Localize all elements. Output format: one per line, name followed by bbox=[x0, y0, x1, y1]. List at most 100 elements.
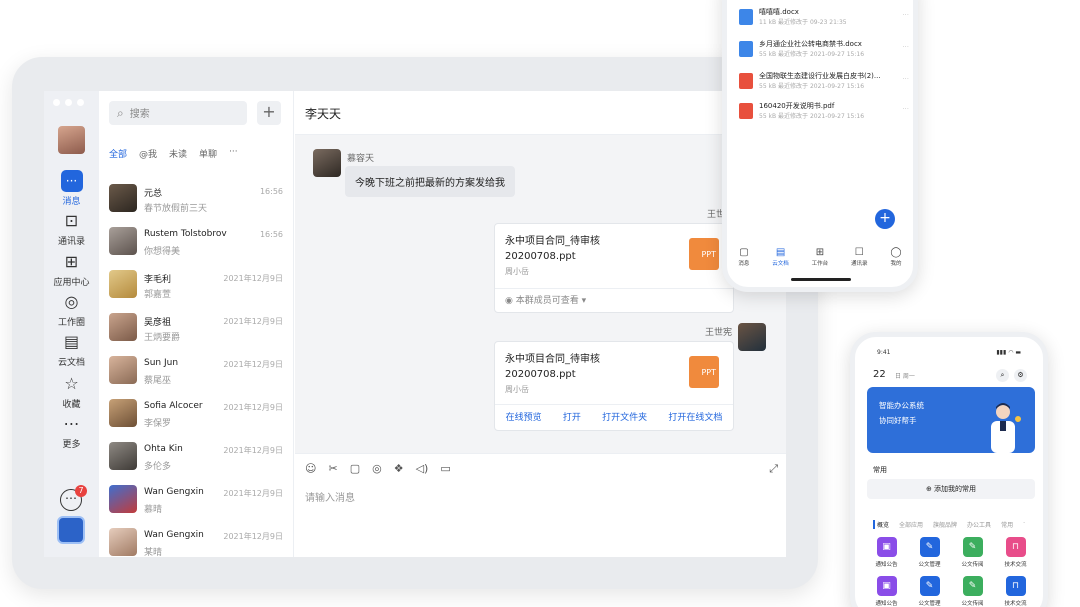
app-documents[interactable]: ✎ 公文管理 bbox=[908, 576, 951, 607]
filter-unread[interactable]: 未读 bbox=[169, 147, 187, 160]
conversation-item[interactable]: Wan Gengxin 某晴 2021年12月9日 bbox=[109, 524, 287, 557]
more-icon[interactable]: ··· bbox=[902, 105, 909, 113]
tab-all-apps[interactable]: 全部应用 bbox=[899, 520, 923, 529]
expand-icon[interactable]: ⤢ bbox=[769, 462, 778, 476]
message-icon: ··· bbox=[60, 170, 83, 192]
conversation-filters: 全部 @我 未读 单聊 ··· bbox=[109, 147, 238, 160]
open-online-doc-button[interactable]: 打开在线文档 bbox=[668, 405, 722, 430]
open-folder-button[interactable]: 打开文件夹 bbox=[602, 405, 647, 430]
chat-title: 李天天 bbox=[305, 107, 342, 121]
nav-item-cloud-docs[interactable]: ▤ 云文档 bbox=[44, 331, 99, 368]
open-button[interactable]: 打开 bbox=[563, 405, 581, 430]
nav-item-more[interactable]: ⋯ 更多 bbox=[44, 413, 99, 450]
search-icon[interactable]: ⌕ bbox=[996, 369, 1009, 382]
nav-rail: ··· 消息 ⊡ 通讯录 ⊞ 应用中心 ◎ 工作圈 ▤ 云文档 ☆ 收藏 ⋯ 更… bbox=[44, 91, 99, 557]
app-documents[interactable]: ✎ 公文管理 bbox=[908, 537, 951, 568]
nav-item-messages[interactable]: ··· 消息 bbox=[44, 170, 99, 207]
notice-icon: ▣ bbox=[876, 537, 897, 557]
more-icon[interactable]: ··· bbox=[902, 75, 909, 83]
document-icon: ✎ bbox=[919, 576, 940, 596]
more-icon[interactable]: ··· bbox=[902, 11, 909, 19]
sender-avatar[interactable] bbox=[313, 149, 341, 177]
app-notice[interactable]: ▣ 通知公告 bbox=[865, 537, 908, 568]
preview-online-button[interactable]: 在线预览 bbox=[506, 405, 542, 430]
apps-icon: ⊞ bbox=[815, 247, 825, 258]
app-circulation[interactable]: ✎ 公文传阅 bbox=[951, 576, 994, 607]
composer-toolbar: ☺ ✂ ▢ ◎ ❖ ◁) ▭ bbox=[305, 462, 451, 475]
doc-item[interactable]: 全国物联生态建设行业发展白皮书(2)... 55 kB 最近修改于 2021-0… bbox=[739, 71, 909, 91]
conversation-item[interactable]: Ohta Kin 多伦多 2021年12月9日 bbox=[109, 438, 287, 478]
contact-avatar bbox=[109, 184, 137, 212]
tab-more[interactable]: · bbox=[1023, 520, 1025, 529]
tab-common[interactable]: 常用 bbox=[1001, 520, 1013, 529]
contacts-icon: ☐ bbox=[854, 247, 864, 258]
circulation-icon: ✎ bbox=[962, 537, 983, 557]
gear-icon[interactable]: ⚙ bbox=[1014, 369, 1027, 382]
tab-overview[interactable]: 概览 bbox=[873, 520, 889, 529]
doc-item[interactable]: 乡月通企业社公转电商禁书.docx 55 kB 最近修改于 2021-09-27… bbox=[739, 39, 909, 59]
tab-cloud-docs[interactable]: ▤ 云文档 bbox=[772, 247, 789, 267]
nav-item-app-center[interactable]: ⊞ 应用中心 bbox=[44, 251, 99, 288]
window-minimize-dot[interactable] bbox=[65, 99, 72, 106]
doc-item[interactable]: 160420开发说明书.pdf 55 kB 最近修改于 2021-09-27 1… bbox=[739, 101, 909, 121]
tab-workbench[interactable]: ⊞ 工作台 bbox=[812, 247, 829, 267]
file-owner: 周小岳 bbox=[505, 267, 529, 276]
more-icon[interactable]: ··· bbox=[902, 43, 909, 51]
phone-cloud-docs: 嘻嘻嘻.docx 11 kB 最近修改于 09-23 21:35 ··· 乡月通… bbox=[722, 0, 918, 292]
conversation-item[interactable]: Rustem Tolstobrov 你想得美 16:56 bbox=[109, 223, 287, 263]
file-message-card[interactable]: 永中项目合同_待审核 20200708.ppt 周小岳 PPT 在线预览 打开 … bbox=[494, 341, 734, 431]
app-tech-exchange[interactable]: ⊓ 技术交流 bbox=[994, 537, 1037, 568]
ppt-file-icon: PPT bbox=[689, 238, 719, 270]
nav-item-favorites[interactable]: ☆ 收藏 bbox=[44, 373, 99, 410]
doc-file-icon bbox=[739, 73, 753, 89]
emoji-icon[interactable]: ☺ bbox=[305, 462, 316, 475]
video-icon[interactable]: ▭ bbox=[440, 462, 450, 475]
tab-flagship[interactable]: 旗舰品牌 bbox=[933, 520, 957, 529]
bag-icon: ⊓ bbox=[1005, 576, 1026, 596]
attachment-icon[interactable]: ❖ bbox=[394, 462, 404, 475]
doc-item[interactable]: 嘻嘻嘻.docx 11 kB 最近修改于 09-23 21:35 ··· bbox=[739, 7, 909, 27]
user-avatar[interactable] bbox=[58, 126, 85, 154]
app-grid: ▣ 通知公告 ✎ 公文管理 ✎ 公文传阅 ⊓ 技术交流 ▣ 通知公告 ✎ 公文管理 ✎ 公文传… bbox=[865, 537, 1037, 607]
screenshot-icon[interactable]: ▢ bbox=[350, 462, 360, 475]
app-notice[interactable]: ▣ 通知公告 bbox=[865, 576, 908, 607]
doc-file-icon bbox=[739, 103, 753, 119]
filter-direct[interactable]: 单聊 bbox=[199, 147, 217, 160]
tab-contacts[interactable]: ☐ 通讯录 bbox=[851, 247, 868, 267]
filter-mentions[interactable]: @我 bbox=[139, 147, 157, 160]
filter-all[interactable]: 全部 bbox=[109, 147, 127, 160]
conversation-item[interactable]: Wan Gengxin 慕晴 2021年12月9日 bbox=[109, 481, 287, 521]
conversation-item[interactable]: 吴彦祖 王炳要爵 2021年12月9日 bbox=[109, 309, 287, 349]
sender-avatar[interactable] bbox=[738, 323, 766, 351]
file-visibility[interactable]: ◉ 本群成员可查看 ▾ bbox=[495, 288, 733, 312]
conversation-item[interactable]: Sun Jun 蔡尾巫 2021年12月9日 bbox=[109, 352, 287, 392]
scissors-icon[interactable]: ✂ bbox=[328, 462, 337, 475]
app-tech-exchange[interactable]: ⊓ 技术交流 bbox=[994, 576, 1037, 607]
tab-me[interactable]: ◯ 我的 bbox=[890, 247, 901, 267]
file-message-card[interactable]: 永中项目合同_待审核 20200708.ppt 周小岳 PPT ◉ 本群成员可查… bbox=[494, 223, 734, 313]
nav-item-work-circle[interactable]: ◎ 工作圈 bbox=[44, 291, 99, 328]
window-maximize-dot[interactable] bbox=[77, 99, 84, 106]
tab-messages[interactable]: ▢ 消息 bbox=[738, 247, 749, 267]
contact-avatar bbox=[109, 356, 137, 384]
app-circulation[interactable]: ✎ 公文传阅 bbox=[951, 537, 994, 568]
filter-more[interactable]: ··· bbox=[229, 147, 238, 160]
mention-icon[interactable]: ◎ bbox=[372, 462, 382, 475]
workspace-app-icon[interactable] bbox=[57, 516, 85, 544]
search-input[interactable]: ⌕ 搜索 bbox=[109, 101, 247, 125]
promo-banner[interactable]: 智能办公系统 协同好帮手 bbox=[867, 387, 1035, 453]
apps-icon: ⊞ bbox=[64, 252, 79, 271]
doc-file-icon bbox=[739, 41, 753, 57]
add-fab-button[interactable]: + bbox=[875, 209, 895, 229]
conversation-item[interactable]: 元总 春节放假前三天 16:56 bbox=[109, 180, 287, 220]
tab-office-tools[interactable]: 办公工具 bbox=[967, 520, 991, 529]
voice-icon[interactable]: ◁) bbox=[416, 462, 429, 475]
conversation-item[interactable]: 李毛利 郭嘉萱 2021年12月9日 bbox=[109, 266, 287, 306]
conversation-item[interactable]: Sofia Alcocer 李保罗 2021年12月9日 bbox=[109, 395, 287, 435]
add-common-button[interactable]: ⊕ 添加我的常用 bbox=[867, 479, 1035, 499]
message-input[interactable]: 请输入消息 bbox=[305, 489, 355, 504]
window-close-dot[interactable] bbox=[53, 99, 60, 106]
add-button[interactable]: + bbox=[257, 101, 281, 125]
file-actions: 在线预览 打开 打开文件夹 打开在线文档 bbox=[495, 404, 733, 430]
nav-item-contacts[interactable]: ⊡ 通讯录 bbox=[44, 210, 99, 247]
